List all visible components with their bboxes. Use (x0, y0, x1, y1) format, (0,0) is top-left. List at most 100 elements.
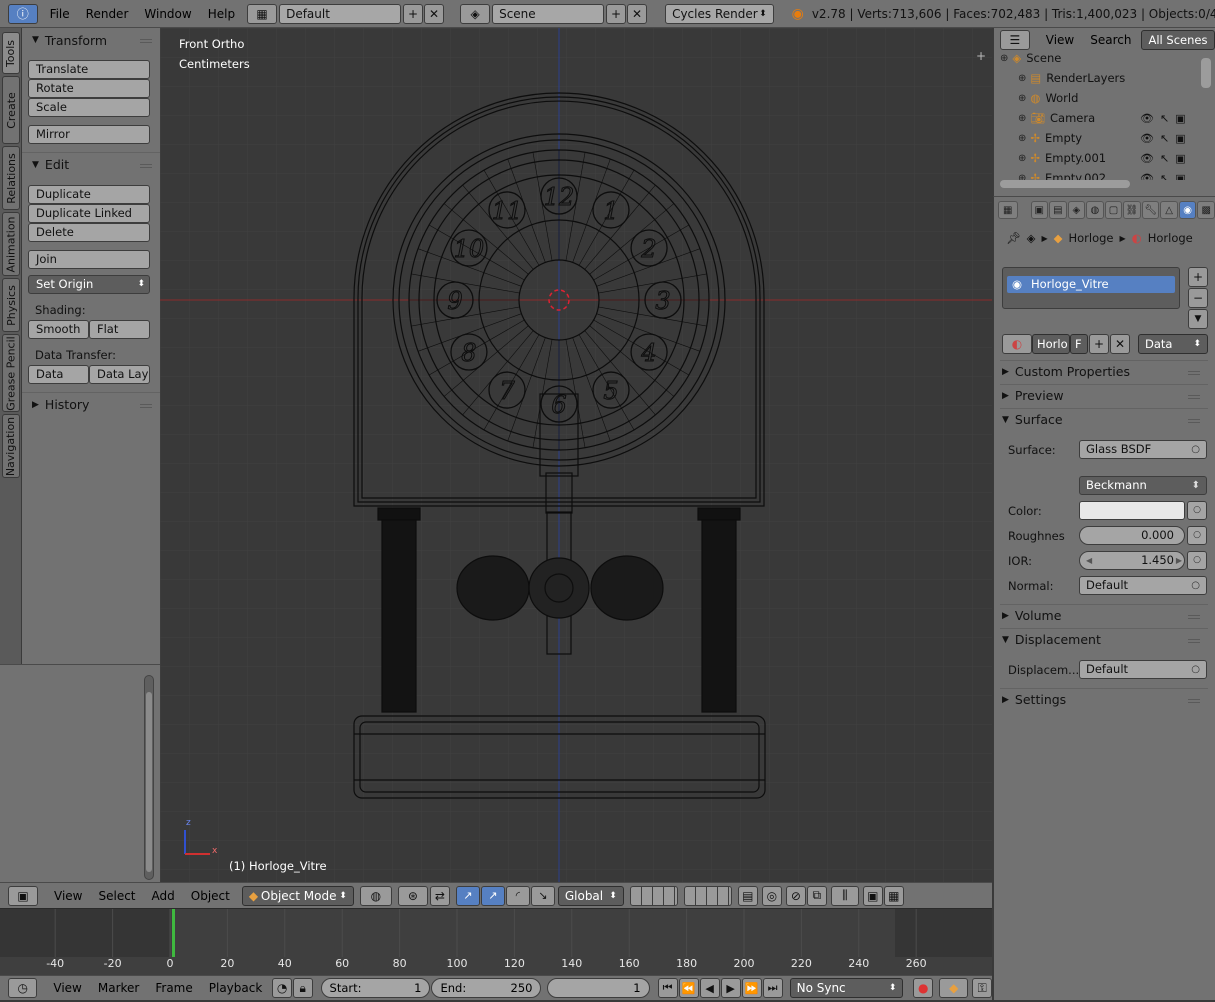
flat-shading-button[interactable]: Flat (89, 320, 150, 339)
select-menu[interactable]: Select (90, 882, 143, 910)
expand-icon[interactable]: ⊕ (1018, 73, 1026, 84)
drag-grip-icon[interactable] (1188, 392, 1200, 399)
scrollbar-thumb[interactable] (146, 692, 152, 872)
cursor-icon[interactable]: ↖ (1160, 152, 1169, 165)
render-engine-dropdown[interactable]: Cycles Render ⬍ (665, 3, 774, 24)
add-material-slot-button[interactable]: + (1188, 267, 1208, 287)
preview-panel-header[interactable]: ▶ Preview (1000, 384, 1208, 406)
menu-file[interactable]: File (42, 0, 78, 28)
viewport-canvas[interactable]: 12 12 3 45 6 78 9 1011 (160, 28, 992, 882)
object-tab[interactable]: ▢ (1104, 201, 1123, 219)
object-menu[interactable]: Object (183, 882, 238, 910)
timeline-editor-type[interactable]: ◷ (8, 978, 38, 998)
displacement-field[interactable]: Default ○ (1079, 660, 1207, 679)
fake-user-button[interactable]: F (1070, 334, 1088, 354)
constraints-tab[interactable]: ⛓ (1123, 201, 1141, 219)
set-origin-dropdown[interactable]: Set Origin ⬍ (28, 275, 150, 294)
render-icon[interactable]: ▣ (862, 885, 883, 906)
unlink-material-button[interactable]: ✕ (1110, 334, 1130, 354)
jump-keyframe-back-button[interactable]: ⏪ (678, 978, 699, 998)
expand-icon[interactable]: ⊕ (1018, 113, 1026, 124)
settings-panel-header[interactable]: ▶ Settings (1000, 688, 1208, 710)
preview-range-icon[interactable]: ◔ (272, 978, 292, 998)
drag-grip-icon[interactable] (1188, 612, 1200, 619)
volume-panel-header[interactable]: ▶ Volume (1000, 604, 1208, 626)
expand-icon[interactable]: ⊕ (1018, 133, 1026, 144)
layer-buttons-left[interactable] (629, 885, 678, 906)
current-frame-indicator[interactable] (171, 909, 175, 957)
scene-tab[interactable]: ◈ (1067, 201, 1086, 219)
screen-layout-field[interactable]: Default (279, 3, 402, 24)
info-editor-type-button[interactable]: ⓘ (8, 3, 38, 24)
lock-range-icon[interactable]: 🔒︎ (292, 978, 313, 998)
camera-render-icon[interactable]: ▣ (1175, 152, 1185, 165)
material-name-field[interactable]: Horlo (1032, 334, 1070, 354)
3d-viewport[interactable]: 12 1 2 3 4 5 6 7 8 9 10 11 Front Ortho Centimeters … (160, 28, 992, 882)
drag-grip-icon[interactable] (1188, 636, 1200, 643)
eye-icon[interactable]: 👁︎ (1140, 132, 1154, 145)
scrollbar[interactable] (144, 675, 154, 880)
add-scene-button[interactable]: + (606, 3, 627, 24)
drag-grip-icon[interactable] (140, 37, 152, 43)
rotate-arc-button[interactable]: ◜ (505, 885, 530, 906)
delete-layout-button[interactable]: ✕ (424, 3, 445, 24)
expand-icon[interactable]: ⊕ (1000, 53, 1008, 64)
translate-button[interactable]: Translate (28, 60, 150, 79)
drag-grip-icon[interactable] (1188, 416, 1200, 423)
material-slot-item[interactable]: ◉ Horloge_Vitre (1007, 276, 1175, 293)
expand-icon[interactable]: ⊕ (1018, 173, 1026, 181)
smooth-shading-button[interactable]: Smooth (28, 320, 89, 339)
drag-grip-icon[interactable] (140, 401, 152, 408)
outliner-item[interactable]: ⊕ ◍ World (994, 88, 1194, 108)
transform-panel-header[interactable]: ▼ Transform (22, 28, 160, 52)
new-material-button[interactable]: + (1089, 334, 1109, 354)
add-region-icon[interactable]: + (976, 50, 988, 62)
viewport-shading-dropdown[interactable]: ◍ (359, 885, 392, 906)
add-menu[interactable]: Add (144, 882, 183, 910)
eye-icon[interactable]: 👁︎ (1140, 172, 1154, 181)
pivot-point-dropdown[interactable]: ⊛ (397, 885, 428, 906)
expand-icon[interactable]: ⊕ (1018, 93, 1026, 104)
keyframe-insert-icon[interactable]: ⚿ (972, 978, 992, 998)
scale-button[interactable]: Scale (28, 98, 150, 117)
edit-panel-header[interactable]: ▼ Edit (22, 152, 160, 176)
editor-type-button[interactable]: ▣ (8, 885, 38, 906)
displacement-panel-header[interactable]: ▼ Displacement (1000, 628, 1208, 650)
play-reverse-button[interactable]: ◀ (699, 978, 720, 998)
tab-create[interactable]: Create (2, 76, 20, 144)
delete-button[interactable]: Delete (28, 223, 150, 242)
render-animation-icon[interactable]: ▦ (883, 885, 904, 906)
render-layers-tab[interactable]: ▤ (1049, 201, 1067, 219)
outliner-h-scrollbar[interactable] (1000, 180, 1130, 188)
screen-layout-selector[interactable]: ▦ (247, 3, 278, 24)
data-layout-button[interactable]: Data Layo (89, 365, 150, 384)
camera-render-icon[interactable]: ▣ (1175, 112, 1185, 125)
cursor-icon[interactable]: ↖ (1160, 132, 1169, 145)
jump-end-button[interactable]: ⏭ (762, 978, 783, 998)
tab-grease-pencil[interactable]: Grease Pencil (2, 334, 20, 412)
data-transfer-button[interactable]: Data (28, 365, 89, 384)
eye-icon[interactable]: 👁︎ (1140, 152, 1154, 165)
duplicate-linked-button[interactable]: Duplicate Linked (28, 204, 150, 223)
end-frame-field[interactable]: End: 250 (431, 978, 542, 998)
tab-relations[interactable]: Relations (2, 146, 20, 210)
snap-target-icon[interactable]: ⫼ (830, 885, 859, 906)
surface-panel-header[interactable]: ▼ Surface (1000, 408, 1208, 430)
outliner-item[interactable]: ⊕ ✢ Empty 👁︎ ↖ ▣ (994, 128, 1194, 148)
menu-help[interactable]: Help (200, 0, 243, 28)
scale-manipulator-button[interactable]: ↘ (530, 885, 555, 906)
play-button[interactable]: ▶ (720, 978, 741, 998)
drag-grip-icon[interactable] (1188, 696, 1200, 703)
camera-render-icon[interactable]: ▣ (1175, 172, 1185, 181)
translate-manipulator-button[interactable]: ↗ (455, 885, 480, 906)
color-link-button[interactable]: ○ (1187, 501, 1207, 520)
color-swatch[interactable] (1079, 501, 1185, 520)
mirror-button[interactable]: Mirror (28, 125, 150, 144)
outliner-item[interactable]: ⊕ 📷︎ Camera 👁︎ ↖ ▣ (994, 108, 1194, 128)
material-slot-list[interactable]: ◉ Horloge_Vitre (1002, 267, 1180, 309)
timeline-view-menu[interactable]: View (45, 974, 89, 1002)
data-tab[interactable]: △ (1160, 201, 1178, 219)
world-tab[interactable]: ◍ (1086, 201, 1104, 219)
add-layout-button[interactable]: + (403, 3, 424, 24)
sync-mode-dropdown[interactable]: No Sync ⬍ (789, 978, 904, 998)
